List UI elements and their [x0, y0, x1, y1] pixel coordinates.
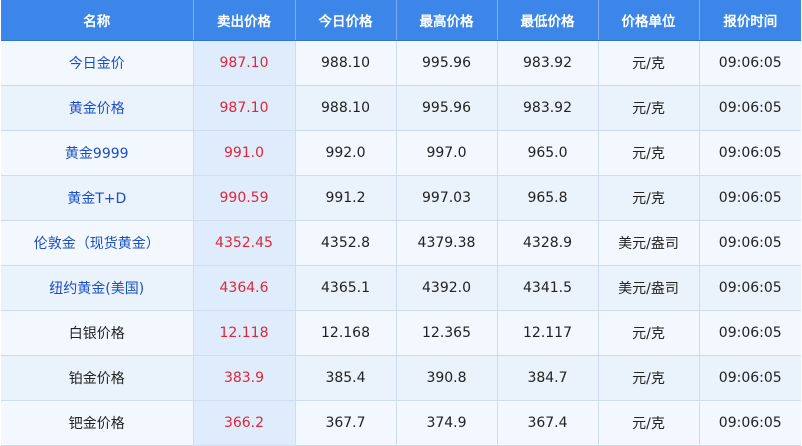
low-price: 983.92: [497, 85, 599, 131]
row-name-link[interactable]: 纽约黄金(美国): [1, 265, 194, 311]
sell-price: 4364.6: [193, 265, 296, 311]
quote-time: 09:06:05: [699, 40, 801, 86]
quote-time: 09:06:05: [699, 130, 801, 176]
quote-time: 09:06:05: [699, 265, 801, 311]
price-unit: 元/克: [598, 400, 700, 446]
table-row: 黄金价格 987.10 988.10 995.96 983.92 元/克 09:…: [1, 85, 801, 131]
low-price: 983.92: [497, 40, 599, 86]
low-price: 4341.5: [497, 265, 599, 311]
price-unit: 元/克: [598, 40, 700, 86]
high-price: 12.365: [396, 310, 498, 356]
sell-price: 366.2: [193, 400, 296, 446]
row-name-link[interactable]: 黄金T+D: [1, 175, 194, 221]
low-price: 12.117: [497, 310, 599, 356]
high-price: 390.8: [396, 355, 498, 401]
quote-time: 09:06:05: [699, 175, 801, 221]
header-sell-price: 卖出价格: [193, 0, 296, 41]
today-price: 4365.1: [295, 265, 397, 311]
row-name-link[interactable]: 黄金9999: [1, 130, 194, 176]
table-row: 黄金9999 991.0 992.0 997.0 965.0 元/克 09:06…: [1, 130, 801, 176]
table-body: 今日金价 987.10 988.10 995.96 983.92 元/克 09:…: [1, 40, 801, 446]
sell-price: 383.9: [193, 355, 296, 401]
low-price: 4328.9: [497, 220, 599, 266]
high-price: 995.96: [396, 85, 498, 131]
header-row: 名称 卖出价格 今日价格 最高价格 最低价格 价格单位 报价时间: [1, 0, 801, 41]
table-row: 伦敦金（现货黄金） 4352.45 4352.8 4379.38 4328.9 …: [1, 220, 801, 266]
table-row: 白银价格 12.118 12.168 12.365 12.117 元/克 09:…: [1, 310, 801, 356]
today-price: 992.0: [295, 130, 397, 176]
high-price: 997.0: [396, 130, 498, 176]
high-price: 995.96: [396, 40, 498, 86]
today-price: 12.168: [295, 310, 397, 356]
table-row: 纽约黄金(美国) 4364.6 4365.1 4392.0 4341.5 美元/…: [1, 265, 801, 311]
sell-price: 4352.45: [193, 220, 296, 266]
sell-price: 987.10: [193, 85, 296, 131]
gold-price-table: 名称 卖出价格 今日价格 最高价格 最低价格 价格单位 报价时间 今日金价 98…: [1, 0, 801, 446]
price-unit: 美元/盎司: [598, 220, 700, 266]
price-unit: 美元/盎司: [598, 265, 700, 311]
price-unit: 元/克: [598, 355, 700, 401]
table-row: 铂金价格 383.9 385.4 390.8 384.7 元/克 09:06:0…: [1, 355, 801, 401]
high-price: 374.9: [396, 400, 498, 446]
row-name-link[interactable]: 黄金价格: [1, 85, 194, 131]
high-price: 4392.0: [396, 265, 498, 311]
high-price: 997.03: [396, 175, 498, 221]
quote-time: 09:06:05: [699, 220, 801, 266]
row-name: 铂金价格: [1, 355, 194, 401]
low-price: 384.7: [497, 355, 599, 401]
sell-price: 987.10: [193, 40, 296, 86]
sell-price: 991.0: [193, 130, 296, 176]
row-name: 钯金价格: [1, 400, 194, 446]
low-price: 965.8: [497, 175, 599, 221]
row-name-link[interactable]: 伦敦金（现货黄金）: [1, 220, 194, 266]
price-unit: 元/克: [598, 310, 700, 356]
today-price: 988.10: [295, 40, 397, 86]
price-unit: 元/克: [598, 130, 700, 176]
header-low-price: 最低价格: [497, 0, 599, 41]
low-price: 367.4: [497, 400, 599, 446]
quote-time: 09:06:05: [699, 400, 801, 446]
table-header: 名称 卖出价格 今日价格 最高价格 最低价格 价格单位 报价时间: [1, 0, 801, 41]
today-price: 4352.8: [295, 220, 397, 266]
low-price: 965.0: [497, 130, 599, 176]
table-row: 钯金价格 366.2 367.7 374.9 367.4 元/克 09:06:0…: [1, 400, 801, 446]
quote-time: 09:06:05: [699, 85, 801, 131]
header-quote-time: 报价时间: [699, 0, 801, 41]
today-price: 991.2: [295, 175, 397, 221]
header-high-price: 最高价格: [396, 0, 498, 41]
quote-time: 09:06:05: [699, 355, 801, 401]
today-price: 988.10: [295, 85, 397, 131]
row-name: 白银价格: [1, 310, 194, 356]
header-today-price: 今日价格: [295, 0, 397, 41]
header-price-unit: 价格单位: [598, 0, 700, 41]
table-row: 黄金T+D 990.59 991.2 997.03 965.8 元/克 09:0…: [1, 175, 801, 221]
header-name: 名称: [1, 0, 194, 41]
today-price: 385.4: [295, 355, 397, 401]
today-price: 367.7: [295, 400, 397, 446]
sell-price: 990.59: [193, 175, 296, 221]
table-row: 今日金价 987.10 988.10 995.96 983.92 元/克 09:…: [1, 40, 801, 86]
row-name-link[interactable]: 今日金价: [1, 40, 194, 86]
high-price: 4379.38: [396, 220, 498, 266]
quote-time: 09:06:05: [699, 310, 801, 356]
sell-price: 12.118: [193, 310, 296, 356]
price-unit: 元/克: [598, 175, 700, 221]
price-unit: 元/克: [598, 85, 700, 131]
